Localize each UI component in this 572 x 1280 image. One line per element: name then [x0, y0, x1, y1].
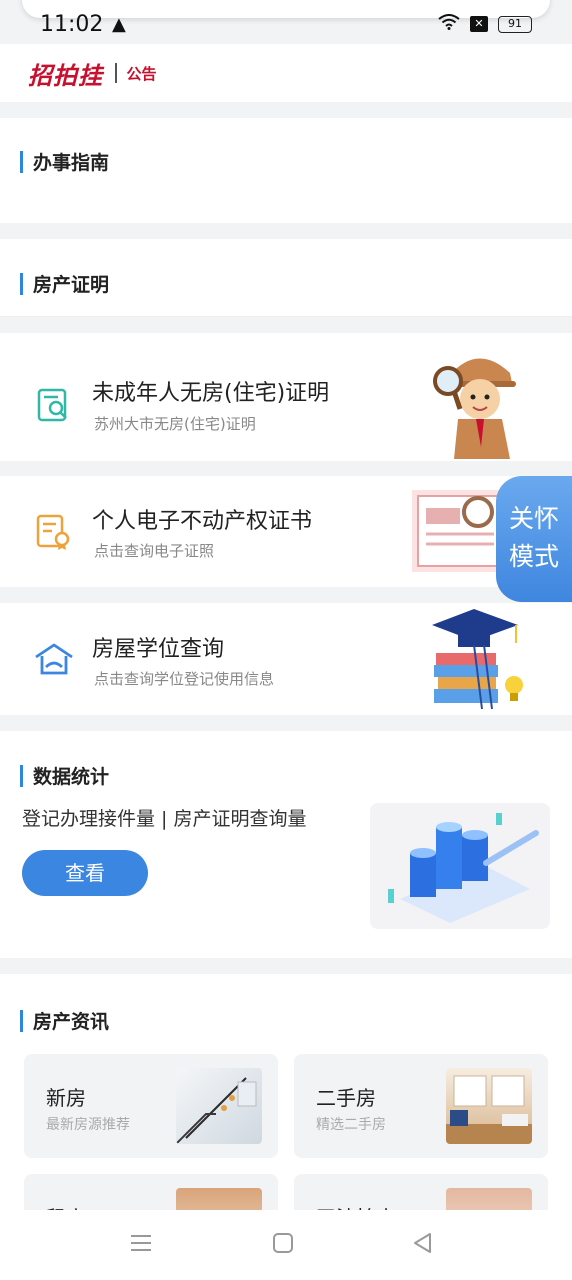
service-card-electronic-certificate[interactable]: 个人电子不动产权证书 点击查询电子证照: [0, 476, 572, 587]
guide-title: 办事指南: [33, 152, 110, 174]
graduation-books-illustration: [428, 605, 526, 711]
document-search-icon: [34, 385, 74, 425]
care-mode-line1: 关怀: [508, 504, 559, 533]
guide-section[interactable]: 办事指南: [0, 118, 572, 223]
news-card-second-hand[interactable]: 二手房 精选二手房: [294, 1054, 548, 1158]
news-card-new-house[interactable]: 新房 最新房源推荐: [24, 1054, 278, 1158]
detective-illustration: [428, 347, 528, 459]
section-title: 房产资讯: [20, 1007, 109, 1034]
stats-description: 登记办理接件量 | 房产证明查询量: [22, 808, 307, 830]
certificate-icon: [34, 512, 74, 552]
section-title: 办事指南: [20, 148, 109, 175]
news-card-title: 二手房: [316, 1086, 376, 1110]
service-subtitle: 点击查询电子证照: [94, 542, 215, 560]
school-house-icon: [34, 639, 74, 679]
battery-icon: 91: [498, 15, 532, 33]
brand-logo[interactable]: 招拍挂: [28, 56, 103, 91]
service-title: 个人电子不动产权证书: [92, 509, 313, 534]
app-header: 招拍挂 公告: [0, 44, 572, 102]
status-time: 11:02: [40, 12, 104, 37]
view-stats-button[interactable]: 查看: [22, 850, 148, 896]
menu-icon[interactable]: [130, 1232, 152, 1258]
wifi-icon: [438, 14, 460, 34]
status-bar: 11:02 ▲ ✕ 91: [0, 0, 572, 44]
property-cert-section: 房产证明: [0, 239, 572, 317]
news-title: 房产资讯: [33, 1011, 110, 1033]
home-icon[interactable]: [272, 1232, 294, 1258]
service-subtitle: 苏州大市无房(住宅)证明: [94, 415, 256, 433]
no-sim-icon: ✕: [470, 16, 488, 32]
new-house-image: [176, 1068, 262, 1144]
certificate-illustration: [412, 490, 508, 572]
service-subtitle: 点击查询学位登记使用信息: [94, 670, 275, 688]
service-title: 未成年人无房(住宅)证明: [92, 381, 330, 406]
section-bar: [20, 150, 23, 173]
property-cert-title: 房产证明: [33, 274, 110, 296]
service-title: 房屋学位查询: [92, 637, 225, 662]
news-card-title: 新房: [46, 1086, 86, 1110]
news-card-subtitle: 最新房源推荐: [46, 1117, 130, 1133]
section-bar: [20, 764, 23, 787]
stats-title: 数据统计: [33, 766, 110, 788]
second-hand-house-image: [446, 1068, 532, 1144]
section-bar: [20, 1009, 23, 1032]
warning-icon: ▲: [112, 14, 126, 35]
section-bar: [20, 272, 23, 295]
data-chart-illustration: [370, 803, 550, 929]
service-card-school-district[interactable]: 房屋学位查询 点击查询学位登记使用信息: [0, 603, 572, 715]
section-title: 房产证明: [20, 270, 109, 297]
notice-link[interactable]: 公告: [127, 63, 157, 84]
care-mode-line2: 模式: [508, 542, 559, 571]
section-title: 数据统计: [20, 762, 109, 789]
service-card-minor-no-house[interactable]: 未成年人无房(住宅)证明 苏州大市无房(住宅)证明: [0, 333, 572, 461]
divider: [115, 63, 117, 83]
system-nav-bar: [0, 1210, 572, 1280]
back-icon[interactable]: [412, 1232, 434, 1258]
news-card-subtitle: 精选二手房: [316, 1117, 386, 1133]
care-mode-button[interactable]: 关怀 模式: [496, 476, 572, 602]
